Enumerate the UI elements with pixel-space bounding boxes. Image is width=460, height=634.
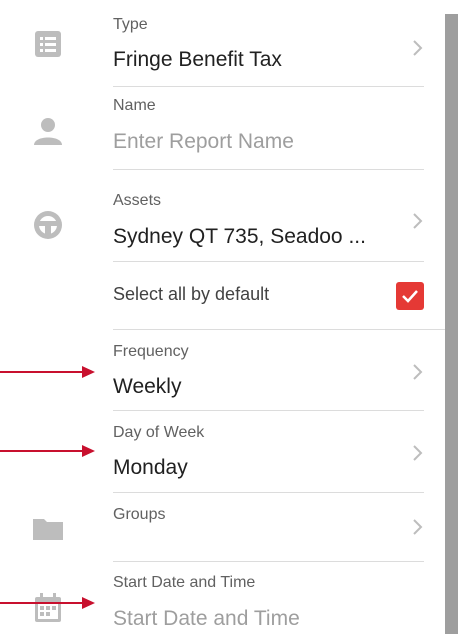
chevron-right-icon — [405, 515, 429, 539]
name-row[interactable]: Name Enter Report Name — [0, 87, 445, 169]
start-date-input[interactable]: Start Date and Time — [113, 607, 445, 631]
checkbox-checked-icon[interactable] — [396, 282, 424, 310]
list-icon — [30, 26, 66, 62]
day-of-week-value: Monday — [113, 456, 188, 479]
chevron-right-icon — [405, 36, 429, 60]
frequency-label: Frequency — [113, 343, 189, 360]
annotation-arrow-start-date — [0, 597, 95, 609]
assets-value: Sydney QT 735, Seadoo ... — [113, 225, 366, 248]
chevron-right-icon — [405, 209, 429, 233]
day-of-week-label: Day of Week — [113, 424, 205, 441]
type-label: Type — [113, 16, 148, 33]
groups-label: Groups — [113, 506, 166, 523]
chevron-right-icon — [405, 360, 429, 384]
frequency-value: Weekly — [113, 375, 182, 398]
groups-row[interactable]: Groups — [0, 493, 445, 560]
type-row[interactable]: Type Fringe Benefit Tax — [0, 0, 445, 86]
person-icon — [30, 113, 66, 149]
assets-label: Assets — [113, 192, 162, 209]
start-date-label: Start Date and Time — [113, 574, 256, 591]
report-form-panel: Type Fringe Benefit Tax Name Enter Repor… — [0, 0, 460, 634]
steering-wheel-icon — [30, 207, 66, 243]
name-input[interactable]: Enter Report Name — [113, 130, 445, 154]
select-all-row[interactable]: Select all by default — [0, 262, 445, 329]
annotation-arrow-day-of-week — [0, 445, 95, 457]
type-value: Fringe Benefit Tax — [113, 48, 282, 71]
assets-row[interactable]: Assets Sydney QT 735, Seadoo ... — [0, 170, 445, 261]
folder-icon — [30, 510, 66, 546]
chevron-right-icon — [405, 441, 429, 465]
annotation-arrow-frequency — [0, 366, 95, 378]
scrollbar[interactable] — [445, 14, 458, 634]
name-label: Name — [113, 97, 156, 114]
